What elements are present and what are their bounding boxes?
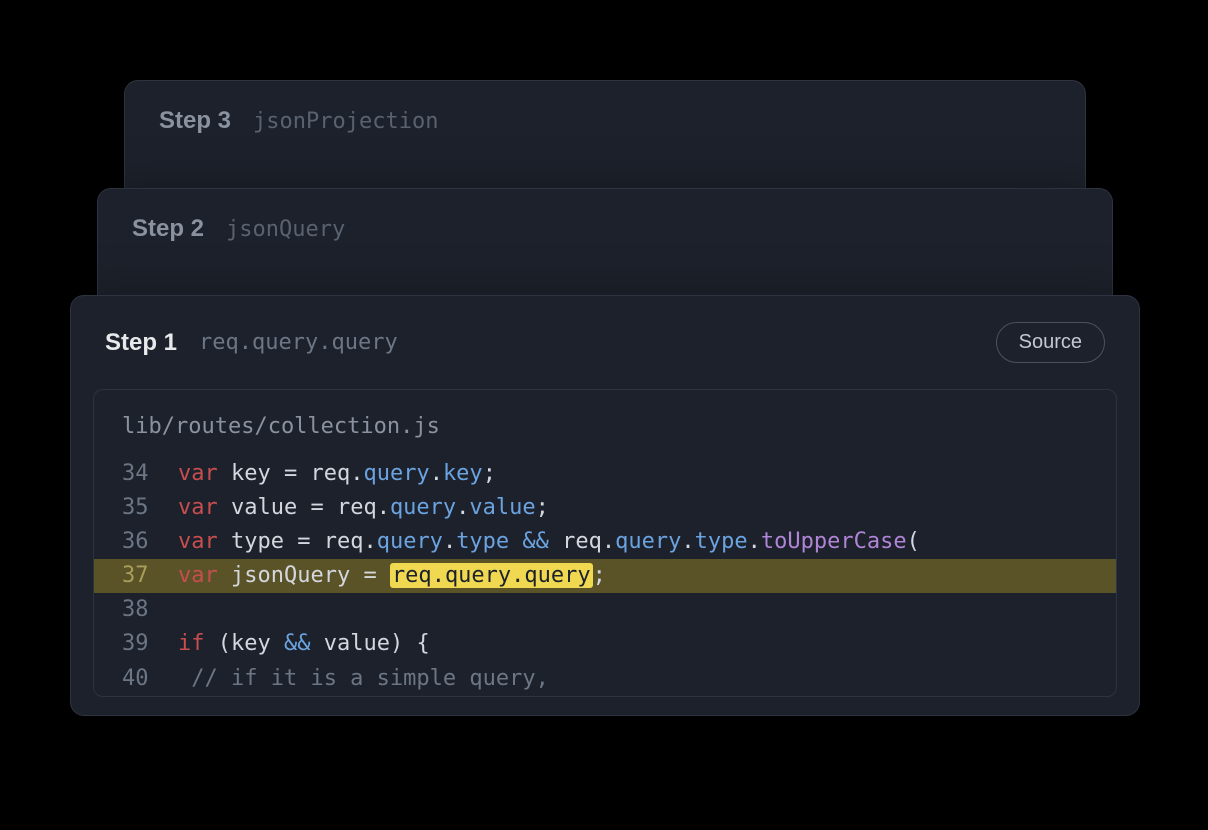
step-1-subtitle: req.query.query [199,330,398,355]
step-3-header: Step 3 jsonProjection [125,81,1085,143]
step-1-header: Step 1 req.query.query Source [71,296,1139,371]
step-card-2[interactable]: Step 2 jsonQuery [97,188,1113,308]
step-card-3[interactable]: Step 3 jsonProjection [124,80,1086,200]
step-card-1: Step 1 req.query.query Source lib/routes… [70,295,1140,716]
code-line: 38 [94,593,1116,627]
line-number: 39 [122,627,178,661]
code-content: var type = req.query.type && req.query.t… [178,525,920,559]
code-content: // if it is a simple query, [178,662,549,696]
file-path: lib/routes/collection.js [94,390,1116,457]
code-line: 37var jsonQuery = req.query.query; [94,559,1116,593]
code-highlight: req.query.query [390,563,593,588]
step-3-title: Step 3 [159,107,231,135]
line-number: 36 [122,525,178,559]
line-number: 38 [122,593,178,627]
step-3-subtitle: jsonProjection [253,109,438,134]
line-number: 40 [122,662,178,696]
line-number: 35 [122,491,178,525]
code-block: 34var key = req.query.key;35var value = … [94,457,1116,696]
step-1-title: Step 1 [105,329,177,357]
code-content: var jsonQuery = req.query.query; [178,559,606,593]
line-number: 34 [122,457,178,491]
code-panel: lib/routes/collection.js 34var key = req… [93,389,1117,697]
code-line: 36var type = req.query.type && req.query… [94,525,1116,559]
step-2-subtitle: jsonQuery [226,217,345,242]
code-line: 39if (key && value) { [94,627,1116,661]
code-line: 40 // if it is a simple query, [94,662,1116,696]
code-content: var key = req.query.key; [178,457,496,491]
step-2-title: Step 2 [132,215,204,243]
code-line: 34var key = req.query.key; [94,457,1116,491]
code-line: 35var value = req.query.value; [94,491,1116,525]
code-content: var value = req.query.value; [178,491,549,525]
step-2-header: Step 2 jsonQuery [98,189,1112,251]
code-content: if (key && value) { [178,627,430,661]
line-number: 37 [122,559,178,593]
source-button[interactable]: Source [996,322,1105,363]
